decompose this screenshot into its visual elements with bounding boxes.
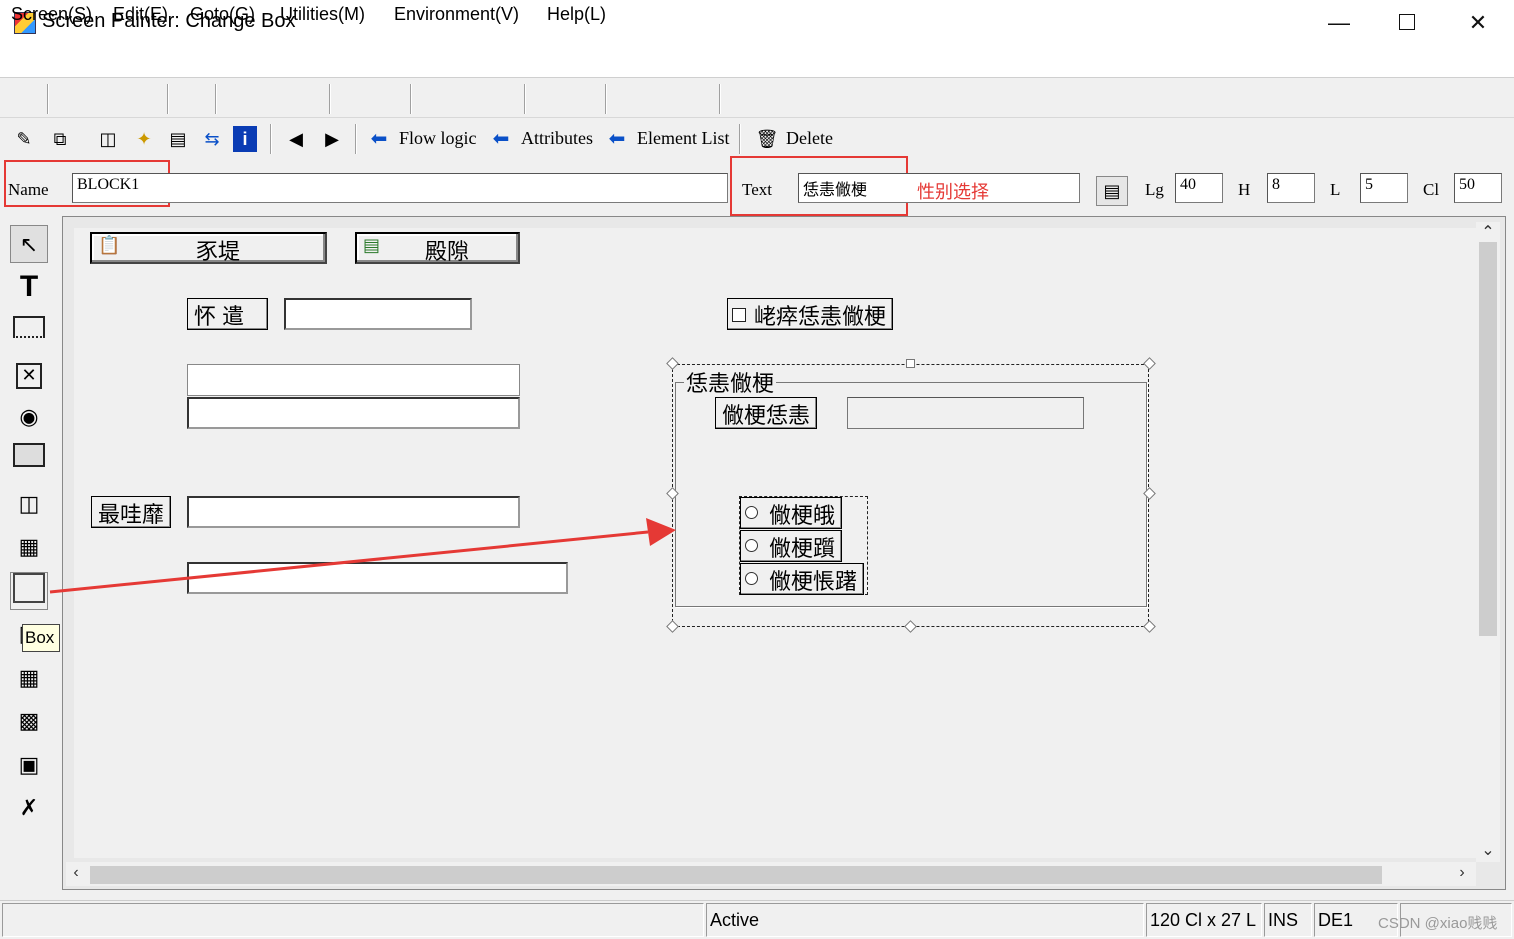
status-message xyxy=(2,903,704,937)
arrow-head xyxy=(646,518,676,546)
status-position: 120 Cl x 27 L xyxy=(1146,903,1262,937)
annotation-arrow xyxy=(49,518,676,594)
arrow-line xyxy=(49,530,649,594)
status-ins: INS xyxy=(1264,903,1312,937)
status-mode: Active xyxy=(706,903,1144,937)
watermark: CSDN @xiao贱贱 xyxy=(1378,915,1498,932)
